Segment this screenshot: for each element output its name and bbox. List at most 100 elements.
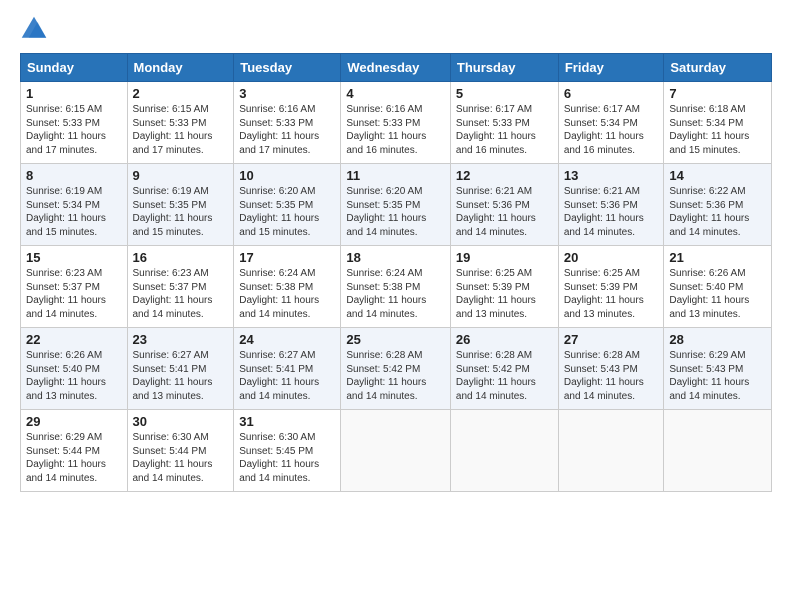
- calendar-cell: 30 Sunrise: 6:30 AM Sunset: 5:44 PM Dayl…: [127, 410, 234, 492]
- day-number: 25: [346, 332, 445, 347]
- day-info: Sunrise: 6:20 AM Sunset: 5:35 PM Dayligh…: [239, 185, 335, 239]
- calendar-cell: 21 Sunrise: 6:26 AM Sunset: 5:40 PM Dayl…: [664, 246, 772, 328]
- day-info: Sunrise: 6:30 AM Sunset: 5:45 PM Dayligh…: [239, 431, 335, 485]
- col-wednesday: Wednesday: [341, 54, 451, 82]
- day-info: Sunrise: 6:29 AM Sunset: 5:44 PM Dayligh…: [26, 431, 122, 485]
- day-info: Sunrise: 6:17 AM Sunset: 5:33 PM Dayligh…: [456, 103, 553, 157]
- day-number: 9: [133, 168, 229, 183]
- day-number: 18: [346, 250, 445, 265]
- day-info: Sunrise: 6:30 AM Sunset: 5:44 PM Dayligh…: [133, 431, 229, 485]
- col-saturday: Saturday: [664, 54, 772, 82]
- day-info: Sunrise: 6:28 AM Sunset: 5:42 PM Dayligh…: [346, 349, 445, 403]
- calendar-cell: 20 Sunrise: 6:25 AM Sunset: 5:39 PM Dayl…: [558, 246, 664, 328]
- col-friday: Friday: [558, 54, 664, 82]
- day-info: Sunrise: 6:15 AM Sunset: 5:33 PM Dayligh…: [26, 103, 122, 157]
- day-info: Sunrise: 6:24 AM Sunset: 5:38 PM Dayligh…: [239, 267, 335, 321]
- calendar-week-row: 22 Sunrise: 6:26 AM Sunset: 5:40 PM Dayl…: [21, 328, 772, 410]
- calendar-cell: 5 Sunrise: 6:17 AM Sunset: 5:33 PM Dayli…: [450, 82, 558, 164]
- calendar-cell: 13 Sunrise: 6:21 AM Sunset: 5:36 PM Dayl…: [558, 164, 664, 246]
- day-number: 22: [26, 332, 122, 347]
- day-info: Sunrise: 6:21 AM Sunset: 5:36 PM Dayligh…: [564, 185, 659, 239]
- day-number: 23: [133, 332, 229, 347]
- day-number: 15: [26, 250, 122, 265]
- day-number: 8: [26, 168, 122, 183]
- day-number: 11: [346, 168, 445, 183]
- calendar-header-row: Sunday Monday Tuesday Wednesday Thursday…: [21, 54, 772, 82]
- col-thursday: Thursday: [450, 54, 558, 82]
- day-info: Sunrise: 6:24 AM Sunset: 5:38 PM Dayligh…: [346, 267, 445, 321]
- calendar-cell: 6 Sunrise: 6:17 AM Sunset: 5:34 PM Dayli…: [558, 82, 664, 164]
- day-number: 14: [669, 168, 766, 183]
- calendar-cell: 9 Sunrise: 6:19 AM Sunset: 5:35 PM Dayli…: [127, 164, 234, 246]
- day-number: 5: [456, 86, 553, 101]
- day-info: Sunrise: 6:16 AM Sunset: 5:33 PM Dayligh…: [239, 103, 335, 157]
- calendar-cell: 18 Sunrise: 6:24 AM Sunset: 5:38 PM Dayl…: [341, 246, 451, 328]
- day-info: Sunrise: 6:27 AM Sunset: 5:41 PM Dayligh…: [239, 349, 335, 403]
- calendar-cell: 3 Sunrise: 6:16 AM Sunset: 5:33 PM Dayli…: [234, 82, 341, 164]
- logo: [20, 15, 52, 43]
- day-number: 30: [133, 414, 229, 429]
- day-number: 19: [456, 250, 553, 265]
- calendar-cell: 4 Sunrise: 6:16 AM Sunset: 5:33 PM Dayli…: [341, 82, 451, 164]
- calendar-cell: 29 Sunrise: 6:29 AM Sunset: 5:44 PM Dayl…: [21, 410, 128, 492]
- day-info: Sunrise: 6:22 AM Sunset: 5:36 PM Dayligh…: [669, 185, 766, 239]
- calendar-cell: 22 Sunrise: 6:26 AM Sunset: 5:40 PM Dayl…: [21, 328, 128, 410]
- calendar-cell: 27 Sunrise: 6:28 AM Sunset: 5:43 PM Dayl…: [558, 328, 664, 410]
- day-number: 31: [239, 414, 335, 429]
- day-info: Sunrise: 6:16 AM Sunset: 5:33 PM Dayligh…: [346, 103, 445, 157]
- col-tuesday: Tuesday: [234, 54, 341, 82]
- day-info: Sunrise: 6:27 AM Sunset: 5:41 PM Dayligh…: [133, 349, 229, 403]
- calendar-cell: 7 Sunrise: 6:18 AM Sunset: 5:34 PM Dayli…: [664, 82, 772, 164]
- day-number: 2: [133, 86, 229, 101]
- calendar-table: Sunday Monday Tuesday Wednesday Thursday…: [20, 53, 772, 492]
- day-number: 12: [456, 168, 553, 183]
- col-sunday: Sunday: [21, 54, 128, 82]
- calendar-cell: 23 Sunrise: 6:27 AM Sunset: 5:41 PM Dayl…: [127, 328, 234, 410]
- day-info: Sunrise: 6:17 AM Sunset: 5:34 PM Dayligh…: [564, 103, 659, 157]
- calendar-cell: 14 Sunrise: 6:22 AM Sunset: 5:36 PM Dayl…: [664, 164, 772, 246]
- logo-icon: [20, 15, 48, 43]
- day-info: Sunrise: 6:20 AM Sunset: 5:35 PM Dayligh…: [346, 185, 445, 239]
- col-monday: Monday: [127, 54, 234, 82]
- day-info: Sunrise: 6:23 AM Sunset: 5:37 PM Dayligh…: [133, 267, 229, 321]
- calendar-cell: 31 Sunrise: 6:30 AM Sunset: 5:45 PM Dayl…: [234, 410, 341, 492]
- calendar-cell: 11 Sunrise: 6:20 AM Sunset: 5:35 PM Dayl…: [341, 164, 451, 246]
- day-number: 6: [564, 86, 659, 101]
- calendar-cell: 15 Sunrise: 6:23 AM Sunset: 5:37 PM Dayl…: [21, 246, 128, 328]
- day-number: 1: [26, 86, 122, 101]
- day-info: Sunrise: 6:26 AM Sunset: 5:40 PM Dayligh…: [26, 349, 122, 403]
- calendar-cell: 17 Sunrise: 6:24 AM Sunset: 5:38 PM Dayl…: [234, 246, 341, 328]
- day-number: 10: [239, 168, 335, 183]
- day-number: 17: [239, 250, 335, 265]
- calendar-week-row: 8 Sunrise: 6:19 AM Sunset: 5:34 PM Dayli…: [21, 164, 772, 246]
- day-number: 4: [346, 86, 445, 101]
- day-info: Sunrise: 6:15 AM Sunset: 5:33 PM Dayligh…: [133, 103, 229, 157]
- calendar-cell: 8 Sunrise: 6:19 AM Sunset: 5:34 PM Dayli…: [21, 164, 128, 246]
- day-info: Sunrise: 6:18 AM Sunset: 5:34 PM Dayligh…: [669, 103, 766, 157]
- day-number: 27: [564, 332, 659, 347]
- day-number: 16: [133, 250, 229, 265]
- day-number: 7: [669, 86, 766, 101]
- day-info: Sunrise: 6:28 AM Sunset: 5:43 PM Dayligh…: [564, 349, 659, 403]
- day-info: Sunrise: 6:26 AM Sunset: 5:40 PM Dayligh…: [669, 267, 766, 321]
- calendar-cell: 26 Sunrise: 6:28 AM Sunset: 5:42 PM Dayl…: [450, 328, 558, 410]
- day-number: 24: [239, 332, 335, 347]
- day-info: Sunrise: 6:19 AM Sunset: 5:35 PM Dayligh…: [133, 185, 229, 239]
- day-info: Sunrise: 6:25 AM Sunset: 5:39 PM Dayligh…: [564, 267, 659, 321]
- calendar-week-row: 1 Sunrise: 6:15 AM Sunset: 5:33 PM Dayli…: [21, 82, 772, 164]
- calendar-cell: 16 Sunrise: 6:23 AM Sunset: 5:37 PM Dayl…: [127, 246, 234, 328]
- calendar-cell: [664, 410, 772, 492]
- day-number: 29: [26, 414, 122, 429]
- calendar-cell: 24 Sunrise: 6:27 AM Sunset: 5:41 PM Dayl…: [234, 328, 341, 410]
- day-info: Sunrise: 6:29 AM Sunset: 5:43 PM Dayligh…: [669, 349, 766, 403]
- day-info: Sunrise: 6:28 AM Sunset: 5:42 PM Dayligh…: [456, 349, 553, 403]
- day-info: Sunrise: 6:23 AM Sunset: 5:37 PM Dayligh…: [26, 267, 122, 321]
- calendar-cell: 25 Sunrise: 6:28 AM Sunset: 5:42 PM Dayl…: [341, 328, 451, 410]
- day-number: 3: [239, 86, 335, 101]
- calendar-cell: 19 Sunrise: 6:25 AM Sunset: 5:39 PM Dayl…: [450, 246, 558, 328]
- day-number: 21: [669, 250, 766, 265]
- calendar-cell: [450, 410, 558, 492]
- calendar-cell: [558, 410, 664, 492]
- calendar-cell: 10 Sunrise: 6:20 AM Sunset: 5:35 PM Dayl…: [234, 164, 341, 246]
- calendar-cell: 12 Sunrise: 6:21 AM Sunset: 5:36 PM Dayl…: [450, 164, 558, 246]
